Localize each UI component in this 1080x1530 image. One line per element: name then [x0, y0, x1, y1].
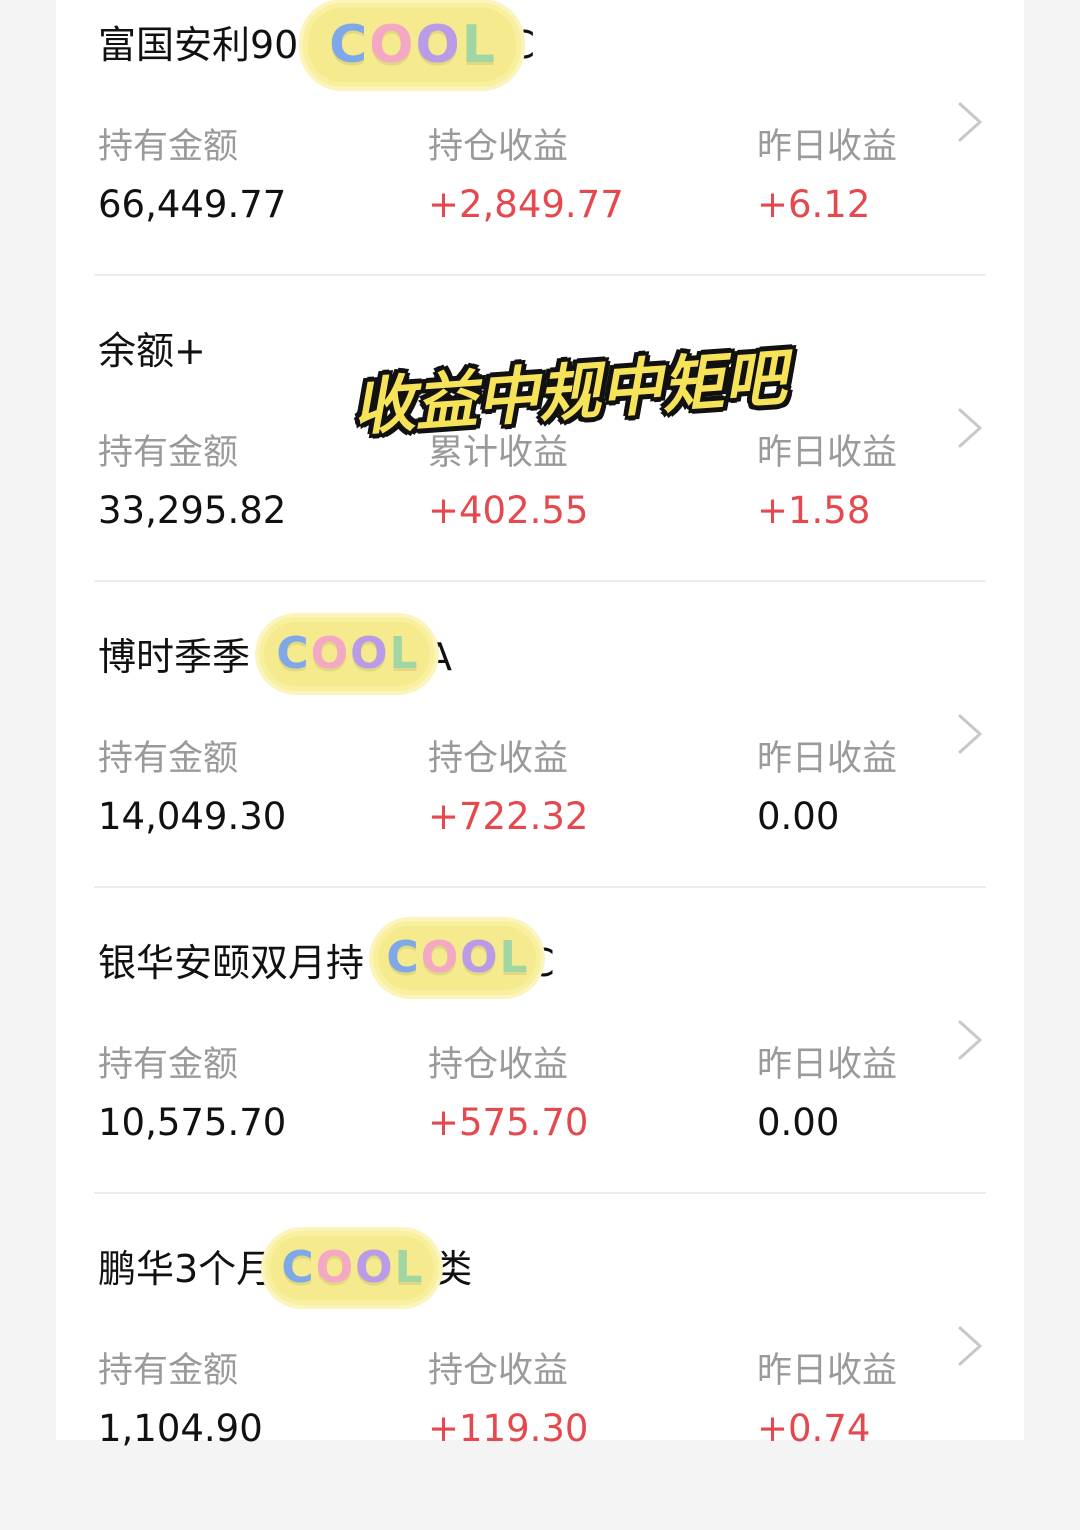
yesterday-value: +6.12: [757, 183, 871, 226]
yesterday-label: 昨日收益: [757, 1351, 898, 1391]
fund-row[interactable]: 鹏华3个月 类 COOL 持有金额 持仓收益 昨日收益 1,104.90 +119…: [56, 1224, 1024, 1530]
yesterday-value: 0.00: [757, 795, 840, 838]
fund-row[interactable]: 富国安利90 C COOL 持有金额 持仓收益 昨日收益 66,449.77 +2…: [56, 0, 1024, 306]
fund-name-prefix: 银华安颐双月持: [98, 941, 365, 985]
cool-sticker: COOL: [270, 1236, 434, 1300]
yesterday-value: +1.58: [757, 489, 871, 532]
fund-name-prefix: 博时季季: [98, 635, 251, 679]
chevron-right-icon[interactable]: [952, 710, 988, 758]
cool-sticker: COOL: [264, 622, 430, 686]
divider: [94, 886, 986, 888]
holding-label: 持有金额: [98, 433, 239, 473]
holding-label: 持有金额: [98, 1045, 239, 1085]
yesterday-label: 昨日收益: [757, 739, 898, 779]
divider: [94, 1192, 986, 1194]
profit-value: +722.32: [428, 795, 589, 838]
profit-value: +119.30: [428, 1407, 589, 1450]
profit-value: +2,849.77: [428, 183, 624, 226]
chevron-right-icon[interactable]: [952, 1016, 988, 1064]
fund-row[interactable]: 博时季季 A COOL 持有金额 持仓收益 昨日收益 14,049.30 +722…: [56, 612, 1024, 918]
holding-value: 14,049.30: [98, 795, 287, 838]
profit-label: 持仓收益: [428, 1045, 569, 1085]
profit-value: +575.70: [428, 1101, 589, 1144]
fund-list: 富国安利90 C COOL 持有金额 持仓收益 昨日收益 66,449.77 +2…: [56, 0, 1024, 1450]
cool-sticker: COOL: [378, 926, 536, 990]
fund-row[interactable]: 银华安颐双月持 C COOL 持有金额 持仓收益 昨日收益 10,575.70 +…: [56, 918, 1024, 1224]
chevron-right-icon[interactable]: [952, 404, 988, 452]
holding-value: 66,449.77: [98, 183, 287, 226]
fund-name-suffix: 类: [434, 1247, 473, 1291]
holding-label: 持有金额: [98, 127, 239, 167]
yesterday-value: 0.00: [757, 1101, 840, 1144]
divider: [94, 580, 986, 582]
yesterday-label: 昨日收益: [757, 433, 898, 473]
cool-sticker: COOL: [308, 8, 516, 82]
holding-value: 1,104.90: [98, 1407, 263, 1450]
yesterday-label: 昨日收益: [757, 1045, 898, 1085]
fund-name-prefix: 余额+: [98, 329, 206, 373]
profit-value: +402.55: [428, 489, 589, 532]
holding-label: 持有金额: [98, 1351, 239, 1391]
fund-name-prefix: 富国安利90: [98, 23, 299, 67]
divider: [94, 274, 986, 276]
holding-value: 33,295.82: [98, 489, 287, 532]
holding-value: 10,575.70: [98, 1101, 287, 1144]
chevron-right-icon[interactable]: [952, 98, 988, 146]
fund-name-prefix: 鹏华3个月: [98, 1247, 275, 1291]
yesterday-value: +0.74: [757, 1407, 871, 1450]
holding-label: 持有金额: [98, 739, 239, 779]
fund-name: 余额+: [98, 326, 206, 376]
chevron-right-icon[interactable]: [952, 1322, 988, 1370]
yesterday-label: 昨日收益: [757, 127, 898, 167]
profit-label: 持仓收益: [428, 739, 569, 779]
profit-label: 持仓收益: [428, 1351, 569, 1391]
fund-name-suffix: A: [426, 635, 453, 679]
profit-label: 持仓收益: [428, 127, 569, 167]
